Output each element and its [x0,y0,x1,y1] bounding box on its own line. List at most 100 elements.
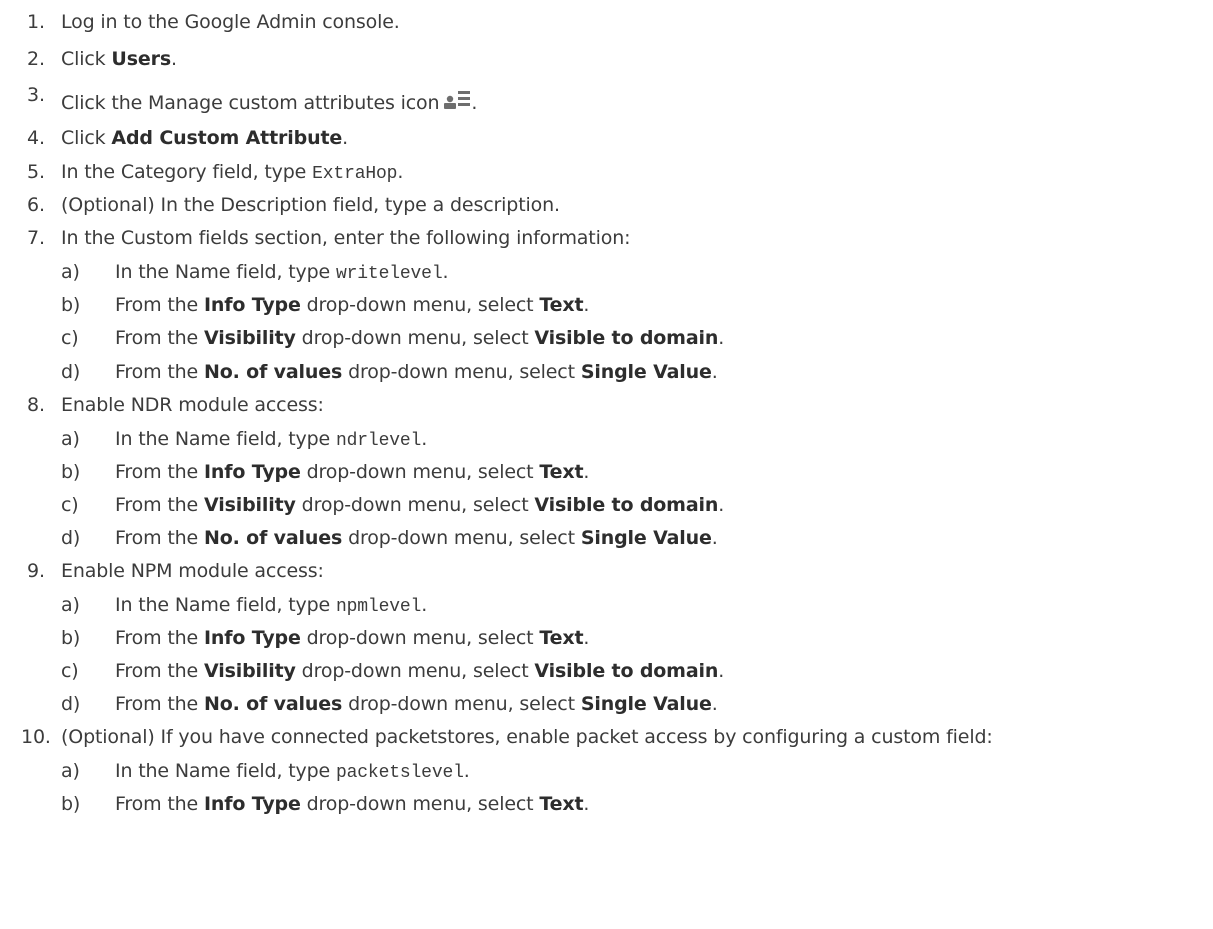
step-text: (Optional) In the Description field, typ… [61,190,560,220]
text-run: From the [115,361,204,383]
text-run: From the [115,294,204,316]
text-run: From the [115,494,204,516]
text-run: From the [115,660,204,682]
text-run: . [718,660,725,682]
substep-text: From the Info Type drop-down menu, selec… [115,623,589,653]
ui-term: No. of values [203,361,343,383]
ui-term: No. of values [203,693,343,715]
ui-term: No. of values [203,527,343,549]
substep-text: From the Visibility drop-down menu, sele… [115,323,724,353]
step-number: 9. [27,560,45,582]
text-run: . [442,261,449,283]
text-run: drop-down menu, select [300,461,540,483]
ui-term: Users [111,48,171,70]
text-run: drop-down menu, select [295,327,535,349]
text-run: drop-down menu, select [300,627,540,649]
ui-term: Info Type [203,793,301,815]
text-run: . [711,361,718,383]
substep-letter: c) [61,494,79,516]
text-run: . [583,461,590,483]
substep-text: From the No. of values drop-down menu, s… [115,523,718,553]
text-run: drop-down menu, select [300,294,540,316]
substep-text: From the No. of values drop-down menu, s… [115,357,718,387]
manage-custom-attributes-icon [443,90,471,110]
step-text: In the Category field, type ExtraHop. [61,157,403,189]
substep-letter: b) [61,627,81,649]
text-run: From the [115,527,204,549]
substep-letter: a) [61,594,80,616]
text-run: . [397,161,404,183]
substep-letter: d) [61,693,81,715]
text-run: . [583,627,590,649]
step-text: Click the Manage custom attributes icon. [61,88,477,118]
code-value: packetslevel [335,763,464,783]
step-text: In the Custom fields section, enter the … [61,223,630,253]
text-run: In the Name field, type [115,594,336,616]
text-run: Click [61,127,112,149]
step-text: Log in to the Google Admin console. [61,7,400,37]
text-run: drop-down menu, select [342,693,581,715]
substep-letter: d) [61,361,81,383]
substep-text: From the No. of values drop-down menu, s… [115,689,718,719]
text-run: . [711,693,718,715]
substep-letter: a) [61,760,80,782]
text-run: From the [115,327,204,349]
step-number: 8. [27,394,45,416]
text-run: Log in to the Google Admin console. [61,11,400,33]
text-run: (Optional) If you have connected packets… [61,726,993,748]
text-run: . [718,494,725,516]
step-number: 7. [27,227,45,249]
step-text: Click Add Custom Attribute. [61,123,348,153]
text-run: . [471,92,478,114]
code-value: writelevel [335,264,443,284]
step-number: 4. [27,127,45,149]
step-text: (Optional) If you have connected packets… [61,722,993,752]
text-run: . [421,428,428,450]
code-value: npmlevel [335,597,422,617]
ui-term: Visible to domain [534,494,719,516]
instruction-list: 1. Log in to the Google Admin console. 2. C… [0,0,1213,929]
substep-letter: c) [61,660,79,682]
step-text: Click Users. [61,44,177,74]
text-run: . [170,48,177,70]
ui-term: Single Value [580,361,712,383]
substep-letter: d) [61,527,81,549]
ui-term: Text [539,461,584,483]
text-run: Enable NPM module access: [61,560,324,582]
ui-term: Info Type [203,461,301,483]
ui-term: Single Value [580,693,712,715]
text-run: . [583,294,590,316]
text-run: drop-down menu, select [342,527,581,549]
ui-term: Add Custom Attribute [111,127,343,149]
step-text: Enable NPM module access: [61,556,324,586]
substep-letter: b) [61,793,81,815]
ui-term: Visibility [203,660,296,682]
step-number: 3. [27,84,45,106]
substep-letter: a) [61,428,80,450]
ui-term: Visibility [203,327,296,349]
substep-text: In the Name field, type ndrlevel. [115,424,427,456]
ui-term: Visible to domain [534,660,719,682]
text-run: drop-down menu, select [342,361,581,383]
step-number: 2. [27,48,45,70]
substep-text: In the Name field, type packetslevel. [115,756,470,788]
text-run: From the [115,627,204,649]
ui-term: Info Type [203,294,301,316]
text-run: In the Name field, type [115,261,336,283]
text-run: In the Custom fields section, enter the … [61,227,631,249]
step-number: 1. [27,11,45,33]
text-run: drop-down menu, select [300,793,540,815]
substep-text: From the Info Type drop-down menu, selec… [115,457,589,487]
text-run: drop-down menu, select [295,494,535,516]
text-run: Click the Manage custom attributes icon [61,92,440,114]
ui-term: Text [539,294,584,316]
text-run: From the [115,693,204,715]
substep-text: From the Visibility drop-down menu, sele… [115,656,724,686]
code-value: ExtraHop [312,164,398,184]
ui-term: Single Value [580,527,712,549]
code-value: ndrlevel [335,431,422,451]
text-run: . [583,793,590,815]
substep-letter: b) [61,294,81,316]
text-run: In the Name field, type [115,760,336,782]
substep-letter: b) [61,461,81,483]
